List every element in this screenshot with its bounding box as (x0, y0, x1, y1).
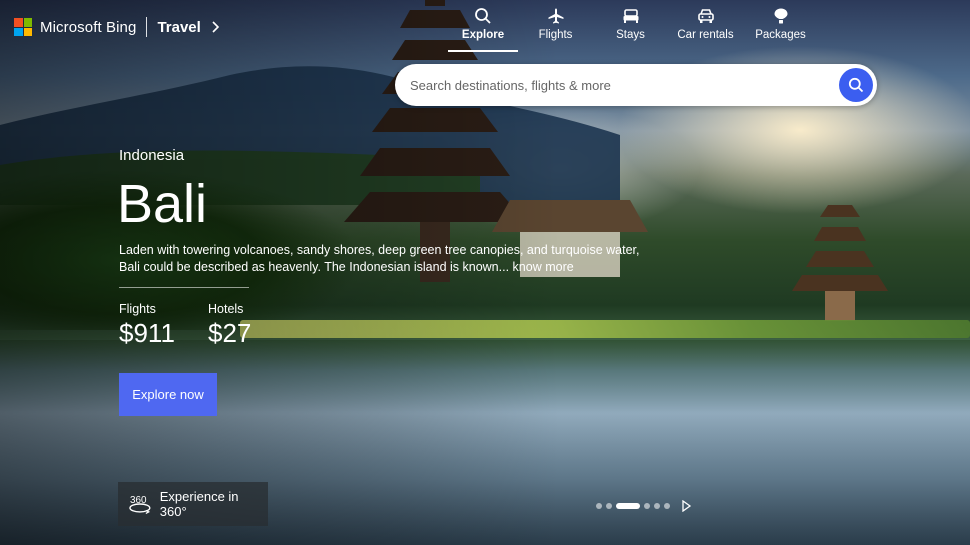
logo-square-blue (14, 27, 23, 36)
carousel-next-icon[interactable] (680, 500, 692, 512)
experience-360-label: Experience in 360° (159, 489, 239, 519)
nav-label: Flights (538, 29, 573, 41)
logo-square-green (23, 18, 32, 27)
small-temple-illustration (792, 205, 888, 321)
logo-square-red (14, 18, 23, 27)
chevron-right-icon[interactable] (209, 21, 221, 33)
balloon-icon (774, 8, 787, 24)
carousel-pagination (596, 500, 692, 512)
hotels-price[interactable]: Hotels $27 (208, 302, 251, 349)
nav-tab-flights[interactable]: Flights (518, 0, 593, 52)
search-submit-button[interactable] (839, 68, 873, 102)
experience-360-button[interactable]: 360 Experience in 360° (118, 482, 268, 526)
logo-square-yellow (23, 27, 32, 36)
nav-label: Car rentals (677, 29, 734, 41)
nav-tab-explore[interactable]: Explore (448, 0, 518, 52)
flights-price-value: $911 (119, 318, 175, 348)
brand-divider (146, 17, 148, 37)
top-navigation: Explore Flights Stays Car rentals Packag… (448, 0, 818, 52)
plane-icon (548, 8, 563, 24)
search-icon (475, 8, 491, 24)
nav-label: Stays (616, 29, 645, 41)
carousel-dot-active[interactable] (616, 503, 640, 509)
bed-icon (623, 9, 638, 23)
nav-tab-packages[interactable]: Packages (743, 0, 818, 52)
brand-bar: Microsoft Bing Travel (14, 17, 221, 37)
carousel-dot[interactable] (606, 503, 612, 509)
carousel-dot[interactable] (596, 503, 602, 509)
carousel-dot[interactable] (654, 503, 660, 509)
destination-description: Laden with towering volcanoes, sandy sho… (119, 242, 649, 276)
brand-name-link[interactable]: Microsoft Bing (40, 19, 136, 36)
hotels-price-label: Hotels (208, 302, 244, 316)
destination-country: Indonesia (119, 147, 185, 164)
nav-label: Explore (461, 29, 505, 41)
know-more-link[interactable]: know more (513, 260, 574, 274)
microsoft-logo-icon[interactable] (14, 18, 32, 36)
car-icon (697, 9, 714, 23)
nav-label: Packages (755, 29, 806, 41)
search-bar (395, 64, 877, 106)
travel-section-link[interactable]: Travel (157, 19, 200, 36)
carousel-dot[interactable] (644, 503, 650, 509)
view-360-icon: 360 (129, 495, 151, 514)
flights-price-label: Flights (119, 302, 156, 316)
destination-city-title: Bali (117, 174, 208, 234)
carousel-dot[interactable] (664, 503, 670, 509)
nav-tab-stays[interactable]: Stays (593, 0, 668, 52)
search-input[interactable] (395, 64, 839, 106)
search-icon (848, 77, 864, 93)
flights-price[interactable]: Flights $911 (119, 302, 175, 349)
nav-tab-car-rentals[interactable]: Car rentals (668, 0, 743, 52)
explore-now-button[interactable]: Explore now (119, 373, 217, 416)
hotels-price-value: $27 (208, 318, 252, 348)
content-divider (119, 287, 249, 288)
